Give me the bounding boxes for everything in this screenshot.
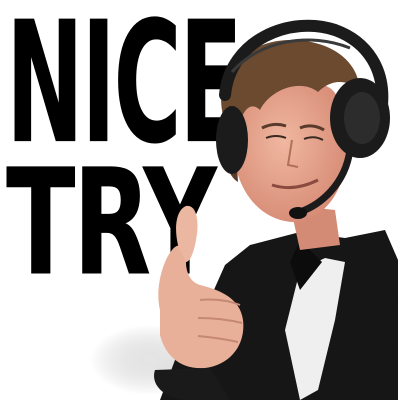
person-illustration xyxy=(90,19,400,400)
nice-try-sticker: NICE TRY xyxy=(0,0,400,400)
